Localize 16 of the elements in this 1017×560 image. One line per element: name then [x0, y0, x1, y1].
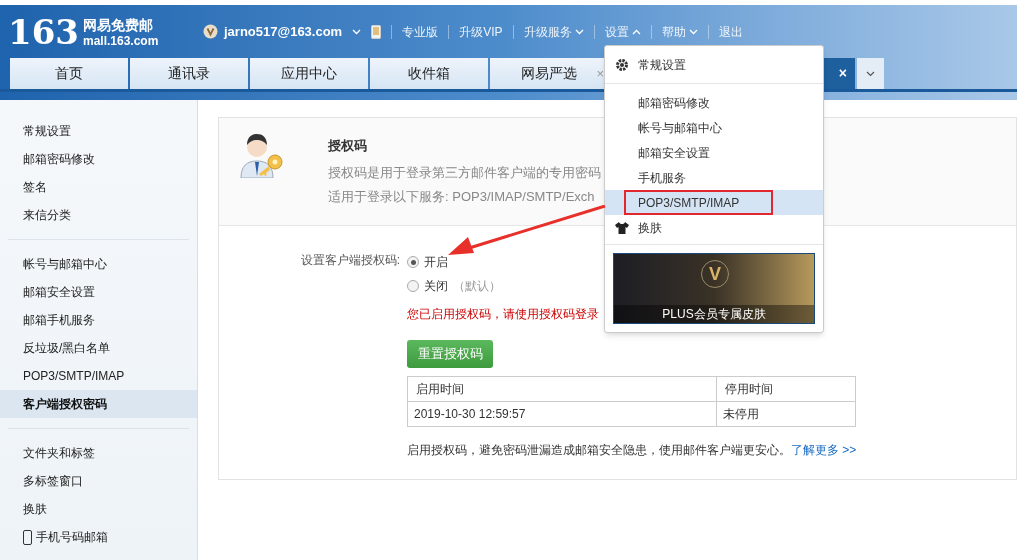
- table-header: 启用时间: [407, 376, 717, 402]
- footer-text: 启用授权码，避免密码泄漏造成邮箱安全隐患，使用邮件客户端更安心。: [407, 442, 791, 459]
- table-header: 停用时间: [716, 376, 856, 402]
- panel-description: 授权码是用于登录第三方邮件客户端的专用密码: [328, 163, 601, 182]
- panel-services: 适用于登录以下服务: POP3/IMAP/SMTP/Exch: [328, 188, 596, 206]
- panel-title: 授权码: [328, 137, 368, 155]
- logo-domain: mall.163.com: [83, 33, 159, 48]
- highlight-frame: POP3/SMTP/IMAP: [624, 190, 774, 215]
- setting-label: 设置客户端授权码:: [299, 252, 400, 269]
- logo-name: 网易免费邮: [83, 16, 154, 34]
- notice-text: 您已启用授权码，请使用授权码登录: [407, 306, 599, 323]
- table-cell: 未停用: [716, 401, 856, 427]
- table-cell: 2019-10-30 12:59:57: [407, 401, 717, 427]
- logo-number: 163: [8, 15, 79, 49]
- banner-caption: PLUS会员专属皮肤: [614, 305, 814, 323]
- badge-letter: V: [709, 265, 721, 283]
